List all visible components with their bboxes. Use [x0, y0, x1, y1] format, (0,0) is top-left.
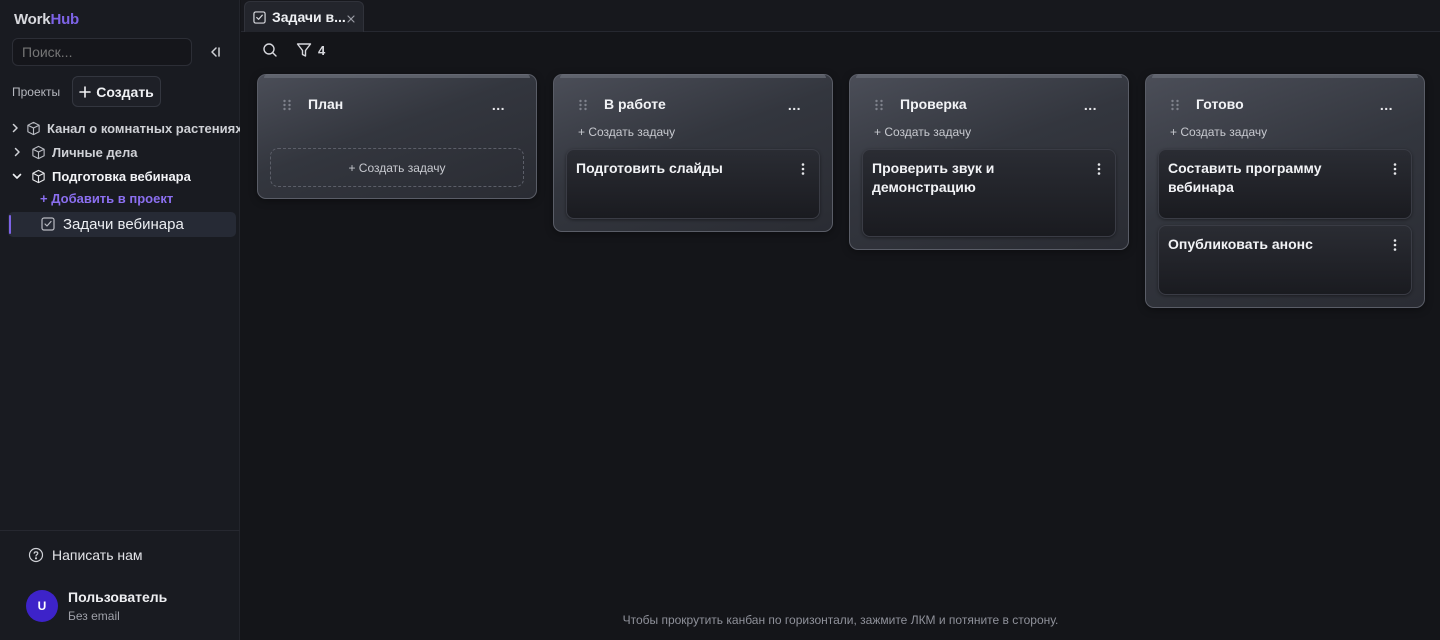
column-plan: План ... + Создать задачу: [257, 74, 537, 199]
user-email: Без email: [68, 609, 120, 623]
more-vertical-icon[interactable]: [1097, 162, 1101, 180]
board-search-button[interactable]: [262, 42, 278, 63]
create-task-button[interactable]: + Создать задачу: [874, 125, 971, 139]
tab-bar: Задачи в...: [241, 0, 1440, 32]
more-vertical-icon[interactable]: [1393, 238, 1397, 256]
search-input[interactable]: [12, 38, 192, 66]
column-review: Проверка ... + Создать задачу Проверить …: [849, 74, 1129, 250]
logo-text-work: Work: [14, 11, 51, 28]
sidebar: WorkHub Проекты Создать Канал о комнатны…: [0, 0, 240, 640]
more-vertical-icon[interactable]: [801, 162, 805, 180]
column-more-button[interactable]: ...: [492, 97, 505, 113]
project-item-personal[interactable]: Личные дела: [10, 141, 240, 163]
help-circle-icon: [28, 547, 44, 563]
create-task-button[interactable]: + Создать задачу: [1170, 125, 1267, 139]
column-more-button[interactable]: ...: [788, 97, 801, 113]
create-button-label: Создать: [96, 83, 154, 100]
task-card[interactable]: Подготовить слайды: [566, 149, 820, 219]
projects-label: Проекты: [12, 85, 61, 99]
column-in-progress: В работе ... + Создать задачу Подготовит…: [553, 74, 833, 232]
column-title: Проверка: [900, 96, 967, 112]
column-done: Готово ... + Создать задачу Составить пр…: [1145, 74, 1425, 308]
contact-us-label: Написать нам: [52, 547, 143, 563]
drag-handle-icon[interactable]: [1170, 98, 1180, 116]
drag-handle-icon[interactable]: [282, 98, 292, 116]
cube-icon: [30, 145, 46, 160]
column-more-button[interactable]: ...: [1084, 97, 1097, 113]
project-name: Подготовка вебинара: [52, 168, 191, 184]
project-name: Канал о комнатных растениях: [47, 120, 240, 136]
user-name[interactable]: Пользователь: [68, 589, 167, 605]
column-title: В работе: [604, 96, 666, 112]
create-project-button[interactable]: Создать: [72, 76, 161, 107]
column-more-button[interactable]: ...: [1380, 97, 1393, 113]
app-logo[interactable]: WorkHub: [14, 11, 79, 28]
sidebar-item-webinar-tasks[interactable]: Задачи вебинара: [8, 212, 236, 237]
plus-icon: [79, 85, 92, 98]
create-task-button[interactable]: + Создать задачу: [578, 125, 675, 139]
scroll-hint: Чтобы прокрутить канбан по горизонтали, …: [622, 613, 1059, 627]
create-task-button[interactable]: + Создать задачу: [270, 148, 524, 187]
task-card[interactable]: Составить программу вебинара: [1158, 149, 1412, 219]
more-vertical-icon[interactable]: [1393, 162, 1397, 180]
add-to-project-link[interactable]: + Добавить в проект: [40, 191, 173, 206]
close-icon[interactable]: [346, 11, 356, 27]
checkbox-icon: [41, 217, 55, 235]
collapse-left-icon: [211, 47, 220, 57]
chevron-right-icon[interactable]: [10, 123, 20, 133]
column-title: Готово: [1196, 96, 1244, 112]
task-title: Проверить звук и демонстрацию: [872, 160, 995, 195]
project-item-webinar[interactable]: Подготовка вебинара: [10, 165, 240, 187]
collapse-sidebar-button[interactable]: [205, 42, 225, 62]
filter-count: 4: [318, 42, 326, 58]
checkbox-icon: [253, 10, 266, 24]
search-icon: [263, 43, 277, 57]
chevron-down-icon[interactable]: [10, 171, 24, 181]
project-item-plants[interactable]: Канал о комнатных растениях: [10, 117, 240, 139]
task-card[interactable]: Проверить звук и демонстрацию: [862, 149, 1116, 237]
divider: [0, 530, 240, 531]
sidebar-item-label: Задачи вебинара: [63, 216, 184, 233]
drag-handle-icon[interactable]: [874, 98, 884, 116]
task-card[interactable]: Опубликовать анонс: [1158, 225, 1412, 295]
task-title: Составить программу вебинара: [1168, 160, 1322, 195]
task-title: Опубликовать анонс: [1168, 236, 1313, 252]
filter-button[interactable]: 4: [296, 42, 325, 58]
column-title: План: [308, 96, 344, 112]
active-indicator: [9, 215, 11, 234]
logo-text-hub: Hub: [50, 11, 79, 28]
tab-webinar-tasks[interactable]: Задачи в...: [244, 1, 364, 32]
task-title: Подготовить слайды: [576, 160, 723, 176]
cube-icon: [30, 169, 46, 184]
cube-icon: [26, 121, 41, 136]
project-name: Личные дела: [52, 144, 138, 160]
chevron-right-icon[interactable]: [10, 147, 24, 157]
drag-handle-icon[interactable]: [578, 98, 588, 116]
contact-us-button[interactable]: Написать нам: [28, 547, 143, 563]
avatar[interactable]: U: [26, 590, 58, 622]
filter-icon: [296, 43, 312, 57]
tab-label: Задачи в...: [272, 9, 346, 25]
